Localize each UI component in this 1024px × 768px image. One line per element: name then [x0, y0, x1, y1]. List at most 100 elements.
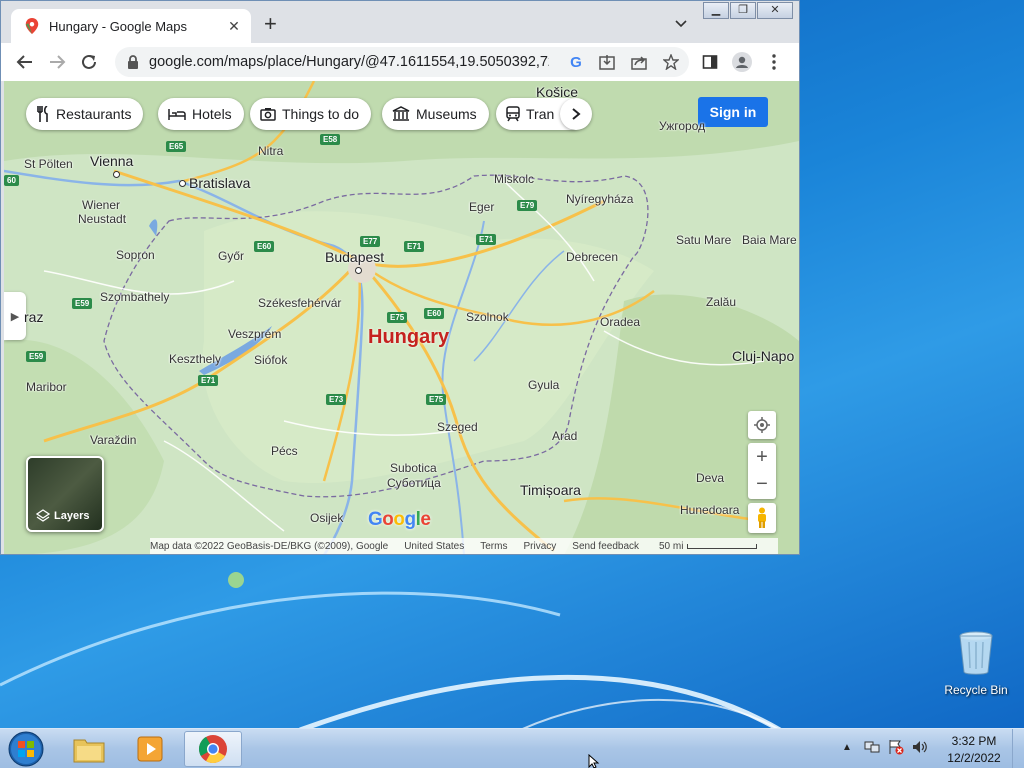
chip-hotels[interactable]: Hotels [158, 98, 244, 130]
city-label[interactable]: Miskolc [494, 172, 534, 186]
volume-speaker-icon[interactable] [912, 740, 928, 754]
city-label-capital[interactable]: Budapest [325, 249, 384, 265]
side-panel-toggle[interactable]: ▶ [4, 292, 26, 340]
city-label[interactable]: Deva [696, 471, 724, 485]
minimize-button[interactable]: ▁ [703, 2, 729, 19]
city-label[interactable]: Oradea [600, 315, 640, 329]
back-arrow-icon [16, 55, 32, 69]
pegman-street-view[interactable] [748, 503, 776, 533]
send-feedback-link[interactable]: Send feedback [572, 541, 639, 552]
city-label[interactable]: Суботица [387, 476, 441, 490]
layers-button[interactable]: Layers [26, 456, 104, 532]
city-label[interactable]: Veszprém [228, 327, 281, 341]
city-label[interactable]: Cluj-Napo [732, 348, 794, 364]
share-icon[interactable] [628, 51, 650, 73]
city-label[interactable]: Szolnok [466, 310, 509, 324]
chip-things-to-do[interactable]: Things to do [250, 98, 372, 130]
city-label[interactable]: Szeged [437, 420, 478, 434]
city-label[interactable]: Hunedoara [680, 503, 739, 517]
city-label[interactable]: Košice [536, 84, 578, 100]
city-label[interactable]: Székesfehérvár [258, 296, 341, 310]
city-label[interactable]: Nitra [258, 144, 283, 158]
taskbar-file-explorer[interactable] [60, 731, 118, 767]
city-label[interactable]: Gyula [528, 378, 559, 392]
road-shield: 60 [4, 175, 19, 186]
bookmark-star-icon[interactable] [660, 51, 682, 73]
chips-scroll-right-button[interactable] [560, 98, 592, 130]
forward-arrow-icon [50, 55, 66, 69]
city-label[interactable]: Győr [218, 249, 244, 263]
network-icon[interactable] [864, 740, 880, 754]
show-hidden-icons-icon[interactable]: ▲ [842, 742, 852, 753]
tab-search-chevron-icon[interactable] [673, 15, 689, 31]
city-label[interactable]: St Pölten [24, 157, 73, 171]
country-label[interactable]: Hungary [368, 326, 449, 349]
road-shield: E75 [426, 394, 447, 405]
google-lens-icon[interactable]: G [565, 51, 587, 73]
city-label[interactable]: Maribor [26, 380, 67, 394]
city-label[interactable]: Pécs [271, 444, 298, 458]
region-link[interactable]: United States [404, 541, 464, 552]
maximize-button[interactable]: ❐ [730, 2, 756, 19]
zoom-out-button[interactable]: − [756, 471, 768, 499]
profile-avatar-icon[interactable] [731, 51, 753, 73]
close-window-button[interactable]: ✕ [757, 2, 793, 19]
city-label[interactable]: raz [24, 309, 43, 325]
city-label[interactable]: Osijek [310, 511, 343, 525]
city-label[interactable]: Arad [552, 429, 577, 443]
my-location-button[interactable] [748, 411, 776, 439]
lock-icon [128, 55, 138, 69]
start-button[interactable] [6, 730, 46, 768]
city-label[interactable]: Subotica [390, 461, 437, 475]
chip-museums[interactable]: Museums [382, 98, 489, 130]
city-label[interactable]: Nyíregyháza [566, 192, 633, 206]
city-label[interactable]: Varaždin [90, 433, 136, 447]
action-center-flag-icon[interactable] [888, 739, 904, 755]
city-label[interactable]: Vienna [90, 153, 133, 169]
city-label[interactable]: Zalău [706, 295, 736, 309]
road-shield: E79 [517, 200, 538, 211]
reload-button[interactable] [73, 46, 105, 78]
zoom-in-button[interactable]: + [756, 443, 768, 471]
new-tab-button[interactable]: + [264, 13, 277, 35]
google-logo: Google [368, 509, 431, 530]
chip-restaurants[interactable]: Restaurants [26, 98, 144, 130]
city-label[interactable]: Eger [469, 200, 494, 214]
city-label[interactable]: Keszthely [169, 352, 221, 366]
install-app-icon[interactable] [596, 51, 618, 73]
scale-control[interactable]: 50 mi [659, 541, 758, 552]
map-canvas[interactable]: Restaurants Hotels Things to do Museums … [4, 81, 799, 554]
terms-link[interactable]: Terms [480, 541, 507, 552]
city-label[interactable]: Baia Mare [742, 233, 797, 247]
city-label[interactable]: Sopron [116, 248, 155, 262]
sign-in-button[interactable]: Sign in [698, 97, 768, 127]
museum-icon [392, 106, 410, 121]
taskbar-chrome[interactable] [184, 731, 242, 767]
city-label[interactable]: Siófok [254, 353, 287, 367]
city-label[interactable]: Szombathely [100, 290, 169, 304]
taskbar-clock[interactable]: 3:32 PM 12/2/2022 [934, 733, 1014, 767]
back-button[interactable] [9, 46, 41, 78]
chrome-menu-icon[interactable] [763, 51, 785, 73]
recycle-bin-desktop-icon[interactable]: Recycle Bin [940, 630, 1012, 697]
chrome-window: Hungary - Google Maps ✕ + ▁ ❐ ✕ google.c… [0, 0, 800, 555]
city-label[interactable]: Ужгород [659, 119, 705, 133]
show-desktop-button[interactable] [1012, 729, 1024, 768]
city-label[interactable]: Bratislava [189, 175, 250, 191]
city-label[interactable]: Debrecen [566, 250, 618, 264]
forward-button[interactable] [41, 46, 73, 78]
city-label[interactable]: Wiener [82, 198, 120, 212]
tab-close-icon[interactable]: ✕ [225, 18, 243, 35]
taskbar-media-player[interactable] [122, 731, 180, 767]
city-label[interactable]: Timișoara [520, 482, 581, 498]
tab-title: Hungary - Google Maps [49, 18, 188, 34]
layers-icon [36, 509, 50, 522]
url-text: google.com/maps/place/Hungary/@47.161155… [149, 54, 549, 70]
privacy-link[interactable]: Privacy [523, 541, 556, 552]
tab-google-maps[interactable]: Hungary - Google Maps ✕ [11, 9, 251, 43]
city-label[interactable]: Satu Mare [676, 233, 731, 247]
city-label[interactable]: Neustadt [78, 212, 126, 226]
crosshair-icon [754, 417, 770, 433]
reload-icon [82, 54, 96, 69]
side-panel-icon[interactable] [699, 51, 721, 73]
